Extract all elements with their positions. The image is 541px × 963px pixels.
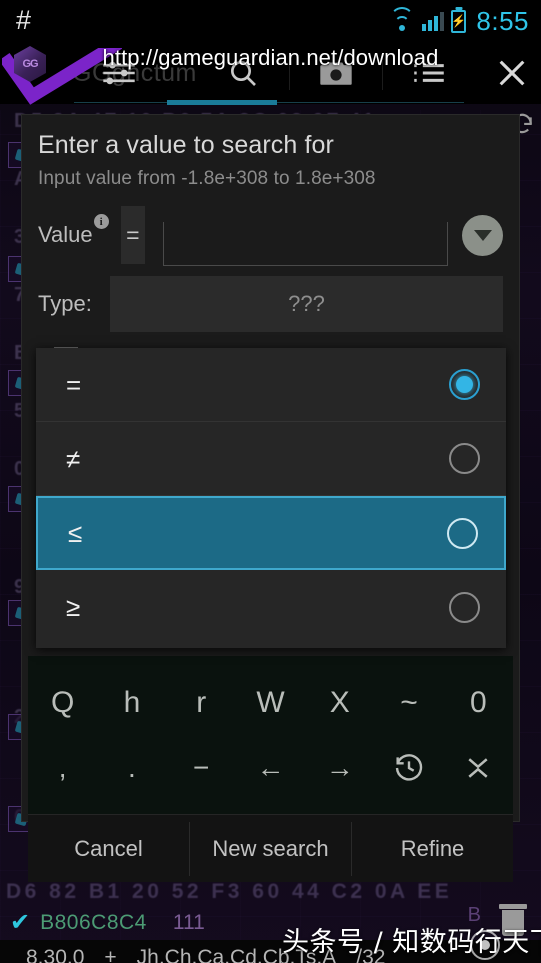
operator-button[interactable]: =: [120, 206, 145, 264]
value-label-text: Value: [38, 222, 93, 247]
result-value: 111: [172, 911, 205, 934]
key-arrow-left[interactable]: ←: [236, 739, 305, 797]
key-Q[interactable]: Q: [28, 674, 97, 732]
status-bar-clock: 8:55: [476, 5, 529, 36]
dropdown-item-label: ≥: [66, 592, 81, 622]
plus-sign: +: [104, 946, 117, 963]
key-h[interactable]: h: [97, 674, 166, 732]
refine-button[interactable]: Refine: [352, 815, 513, 883]
dialog-header: Enter a value to search for Input value …: [22, 115, 519, 190]
check-icon: ✔: [10, 909, 31, 936]
key-0[interactable]: 0: [444, 674, 513, 732]
status-bar: # ⚡ 8:55: [0, 0, 541, 42]
collapse-icon[interactable]: [444, 739, 513, 797]
wifi-icon: [389, 7, 415, 31]
key-comma[interactable]: ,: [28, 739, 97, 797]
radio-button[interactable]: [447, 517, 478, 549]
key-W[interactable]: W: [236, 674, 305, 732]
battery-charging-icon: ⚡: [451, 9, 467, 33]
url-overlay: http://gameguardian.net/download: [0, 42, 541, 74]
watermark-eye-icon: [470, 930, 500, 960]
key-period[interactable]: .: [97, 739, 166, 797]
type-row: Type: ???: [22, 266, 519, 332]
radio-button[interactable]: [449, 443, 480, 474]
cellular-signal-icon: [422, 11, 445, 31]
phone-screen: D5 2A 4F 10 B6 7A 3C 02 9F 41 A1 90 32 C…: [0, 0, 541, 963]
dropdown-item-greater-equal[interactable]: ≥: [36, 570, 506, 644]
value-label: Value i: [38, 214, 109, 248]
search-value-input[interactable]: [163, 222, 448, 266]
info-icon[interactable]: i: [93, 214, 109, 229]
bottom-hex-line: D6 82 B1 20 52 F3 60 44 C2 0A EE: [6, 880, 453, 903]
key-r[interactable]: r: [167, 674, 236, 732]
dropdown-item-label: ≠: [66, 443, 81, 474]
watermark-text: 头条号 / 知数码行天下: [282, 927, 541, 958]
keyboard-row-1: Q h r W X ~ 0: [28, 674, 513, 732]
status-bar-right: ⚡ 8:55: [389, 6, 529, 37]
operator-dropdown: = ≠ ≤ ≥: [36, 348, 506, 648]
dialog-button-bar: Cancel New search Refine: [28, 814, 513, 882]
history-icon[interactable]: [374, 739, 443, 797]
chevron-down-icon[interactable]: [462, 214, 503, 256]
keyboard-row-2: , . − ← →: [28, 739, 513, 797]
hash-icon: #: [16, 4, 32, 35]
dropdown-item-less-equal[interactable]: ≤: [36, 496, 506, 570]
dropdown-item-not-equal[interactable]: ≠: [36, 422, 506, 496]
radio-button[interactable]: [449, 369, 480, 400]
type-selector[interactable]: ???: [110, 276, 503, 332]
dropdown-item-label: ≤: [68, 518, 83, 548]
new-search-button[interactable]: New search: [190, 815, 351, 883]
dialog-subtitle: Input value from -1.8e+308 to 1.8e+308: [38, 168, 376, 189]
dropdown-item-equal[interactable]: =: [36, 348, 506, 422]
key-arrow-right[interactable]: →: [305, 739, 374, 797]
result-address: B806C8C4: [40, 911, 147, 934]
cancel-button[interactable]: Cancel: [28, 815, 189, 883]
key-X[interactable]: X: [305, 674, 374, 732]
tab-indicator: [0, 100, 541, 105]
radio-button[interactable]: [449, 591, 480, 623]
url-text: http://gameguardian.net/download: [102, 45, 439, 70]
dropdown-item-label: =: [66, 369, 82, 400]
dialog-title: Enter a value to search for: [38, 131, 334, 159]
key-tilde[interactable]: ~: [374, 674, 443, 732]
type-label: Type:: [38, 291, 92, 316]
key-minus[interactable]: −: [167, 739, 236, 797]
custom-keyboard: Q h r W X ~ 0 , . − ← →: [28, 656, 513, 814]
value-row: Value i =: [22, 190, 519, 266]
app-version: 8.30.0: [26, 946, 85, 963]
selected-result-row[interactable]: ✔ B806C8C4 111: [10, 911, 205, 935]
